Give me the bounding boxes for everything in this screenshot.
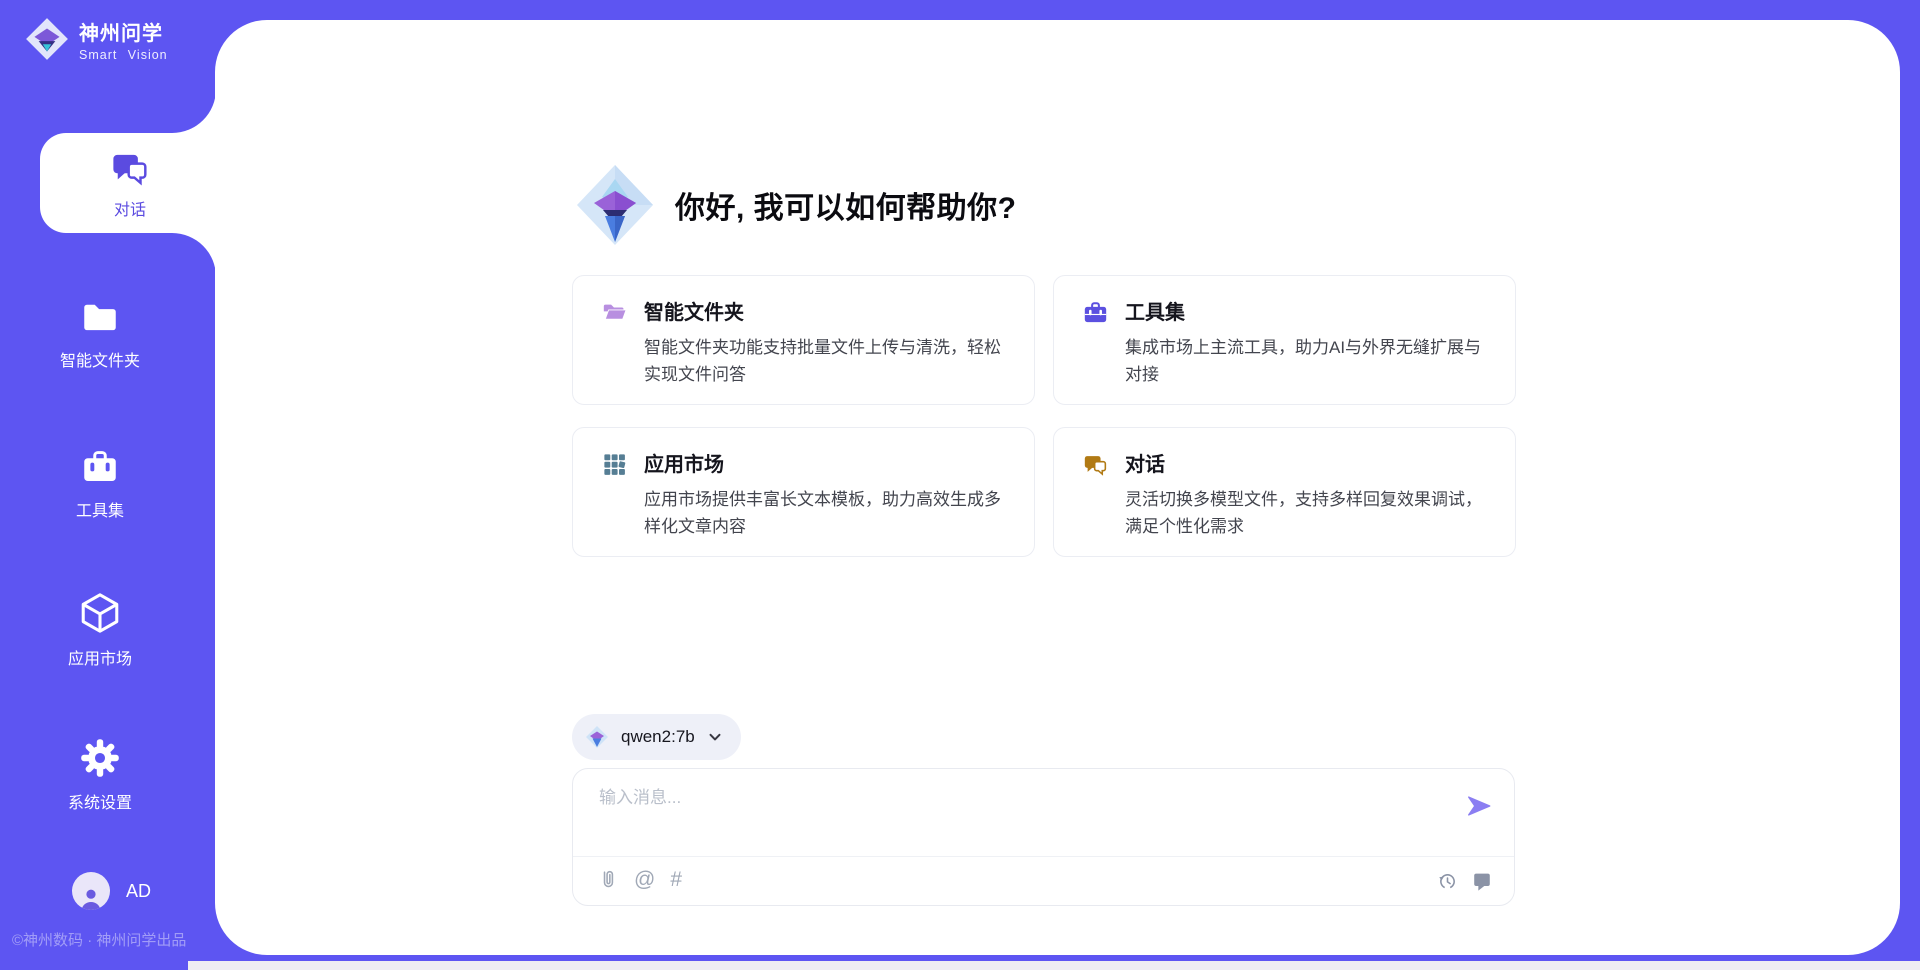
sidebar-item-app-market[interactable]: 应用市场 [0,590,200,669]
attachment-icon[interactable] [597,868,619,892]
briefcase-icon [1082,299,1109,326]
avatar [72,872,110,910]
app-title: 神州问学 [79,17,168,46]
conversation-icon[interactable] [1471,870,1493,892]
chat-icon [109,147,151,189]
hero-diamond-logo-icon [575,163,655,247]
sidebar-item-label: 对话 [114,196,146,220]
chevron-down-icon [707,729,723,745]
chat-icon [1082,451,1109,478]
card-chat[interactable]: 对话 灵活切换多模型文件，支持多样回复效果调试，满足个性化需求 [1053,427,1516,557]
model-selector[interactable]: qwen2:7b [572,714,741,760]
card-app-market[interactable]: 应用市场 应用市场提供丰富长文本模板，助力高效生成多样化文章内容 [572,427,1035,557]
open-folder-icon [601,299,628,326]
mention-icon[interactable]: @ [634,869,655,891]
composer-right-toolbar [1437,870,1493,892]
model-name: qwen2:7b [621,727,695,747]
card-title: 应用市场 [644,448,1008,477]
briefcase-icon [79,446,121,488]
composer-divider [573,856,1514,857]
message-composer: @ # [572,768,1515,906]
card-description: 智能文件夹功能支持批量文件上传与清洗，轻松实现文件问答 [644,334,1008,388]
card-title: 工具集 [1125,296,1489,325]
sidebar-item-toolset[interactable]: 工具集 [0,446,200,521]
card-smart-folders[interactable]: 智能文件夹 智能文件夹功能支持批量文件上传与清洗，轻松实现文件问答 [572,275,1035,405]
card-toolset[interactable]: 工具集 集成市场上主流工具，助力AI与外界无缝扩展与对接 [1053,275,1516,405]
model-diamond-icon [585,725,609,749]
send-icon[interactable] [1465,792,1493,820]
user-name: AD [126,881,151,902]
folder-icon [79,296,121,338]
sidebar-item-settings[interactable]: 系统设置 [0,736,200,813]
greeting-heading: 你好, 我可以如何帮助你? [675,183,1017,227]
app-subtitle: Smart Vision [79,48,168,62]
sidebar-item-label: 智能文件夹 [60,347,140,371]
card-title: 智能文件夹 [644,296,1008,325]
brand: 神州问学 Smart Vision [24,16,168,62]
brand-diamond-logo-icon [24,16,70,62]
card-title: 对话 [1125,448,1489,477]
sidebar-item-label: 系统设置 [68,789,132,813]
grid-icon [601,451,628,478]
card-description: 灵活切换多模型文件，支持多样回复效果调试，满足个性化需求 [1125,486,1489,540]
main-content: 你好, 我可以如何帮助你? 智能文件夹 智能文件夹功能支持批量文件上传与清洗，轻… [215,20,1900,955]
user-profile[interactable]: AD [72,872,151,910]
copyright-text: ©神州数码 · 神州问学出品 [12,929,208,950]
cube-icon [77,590,123,636]
card-description: 应用市场提供丰富长文本模板，助力高效生成多样化文章内容 [644,486,1008,540]
message-input[interactable] [599,783,1439,843]
feature-cards: 智能文件夹 智能文件夹功能支持批量文件上传与清洗，轻松实现文件问答 工具集 集成… [572,275,1516,557]
history-icon[interactable] [1437,871,1458,892]
sidebar-item-label: 工具集 [76,497,124,521]
sidebar-item-smart-folders[interactable]: 智能文件夹 [0,296,200,371]
greeting-section: 你好, 我可以如何帮助你? [575,163,1017,247]
composer-toolbar: @ # [597,868,682,892]
horizontal-scrollbar[interactable] [188,961,1920,970]
card-description: 集成市场上主流工具，助力AI与外界无缝扩展与对接 [1125,334,1489,388]
sidebar-item-label: 应用市场 [68,645,132,669]
gear-icon [78,736,122,780]
hashtag-icon[interactable]: # [670,869,682,891]
sidebar-item-chat[interactable]: 对话 [40,133,220,233]
